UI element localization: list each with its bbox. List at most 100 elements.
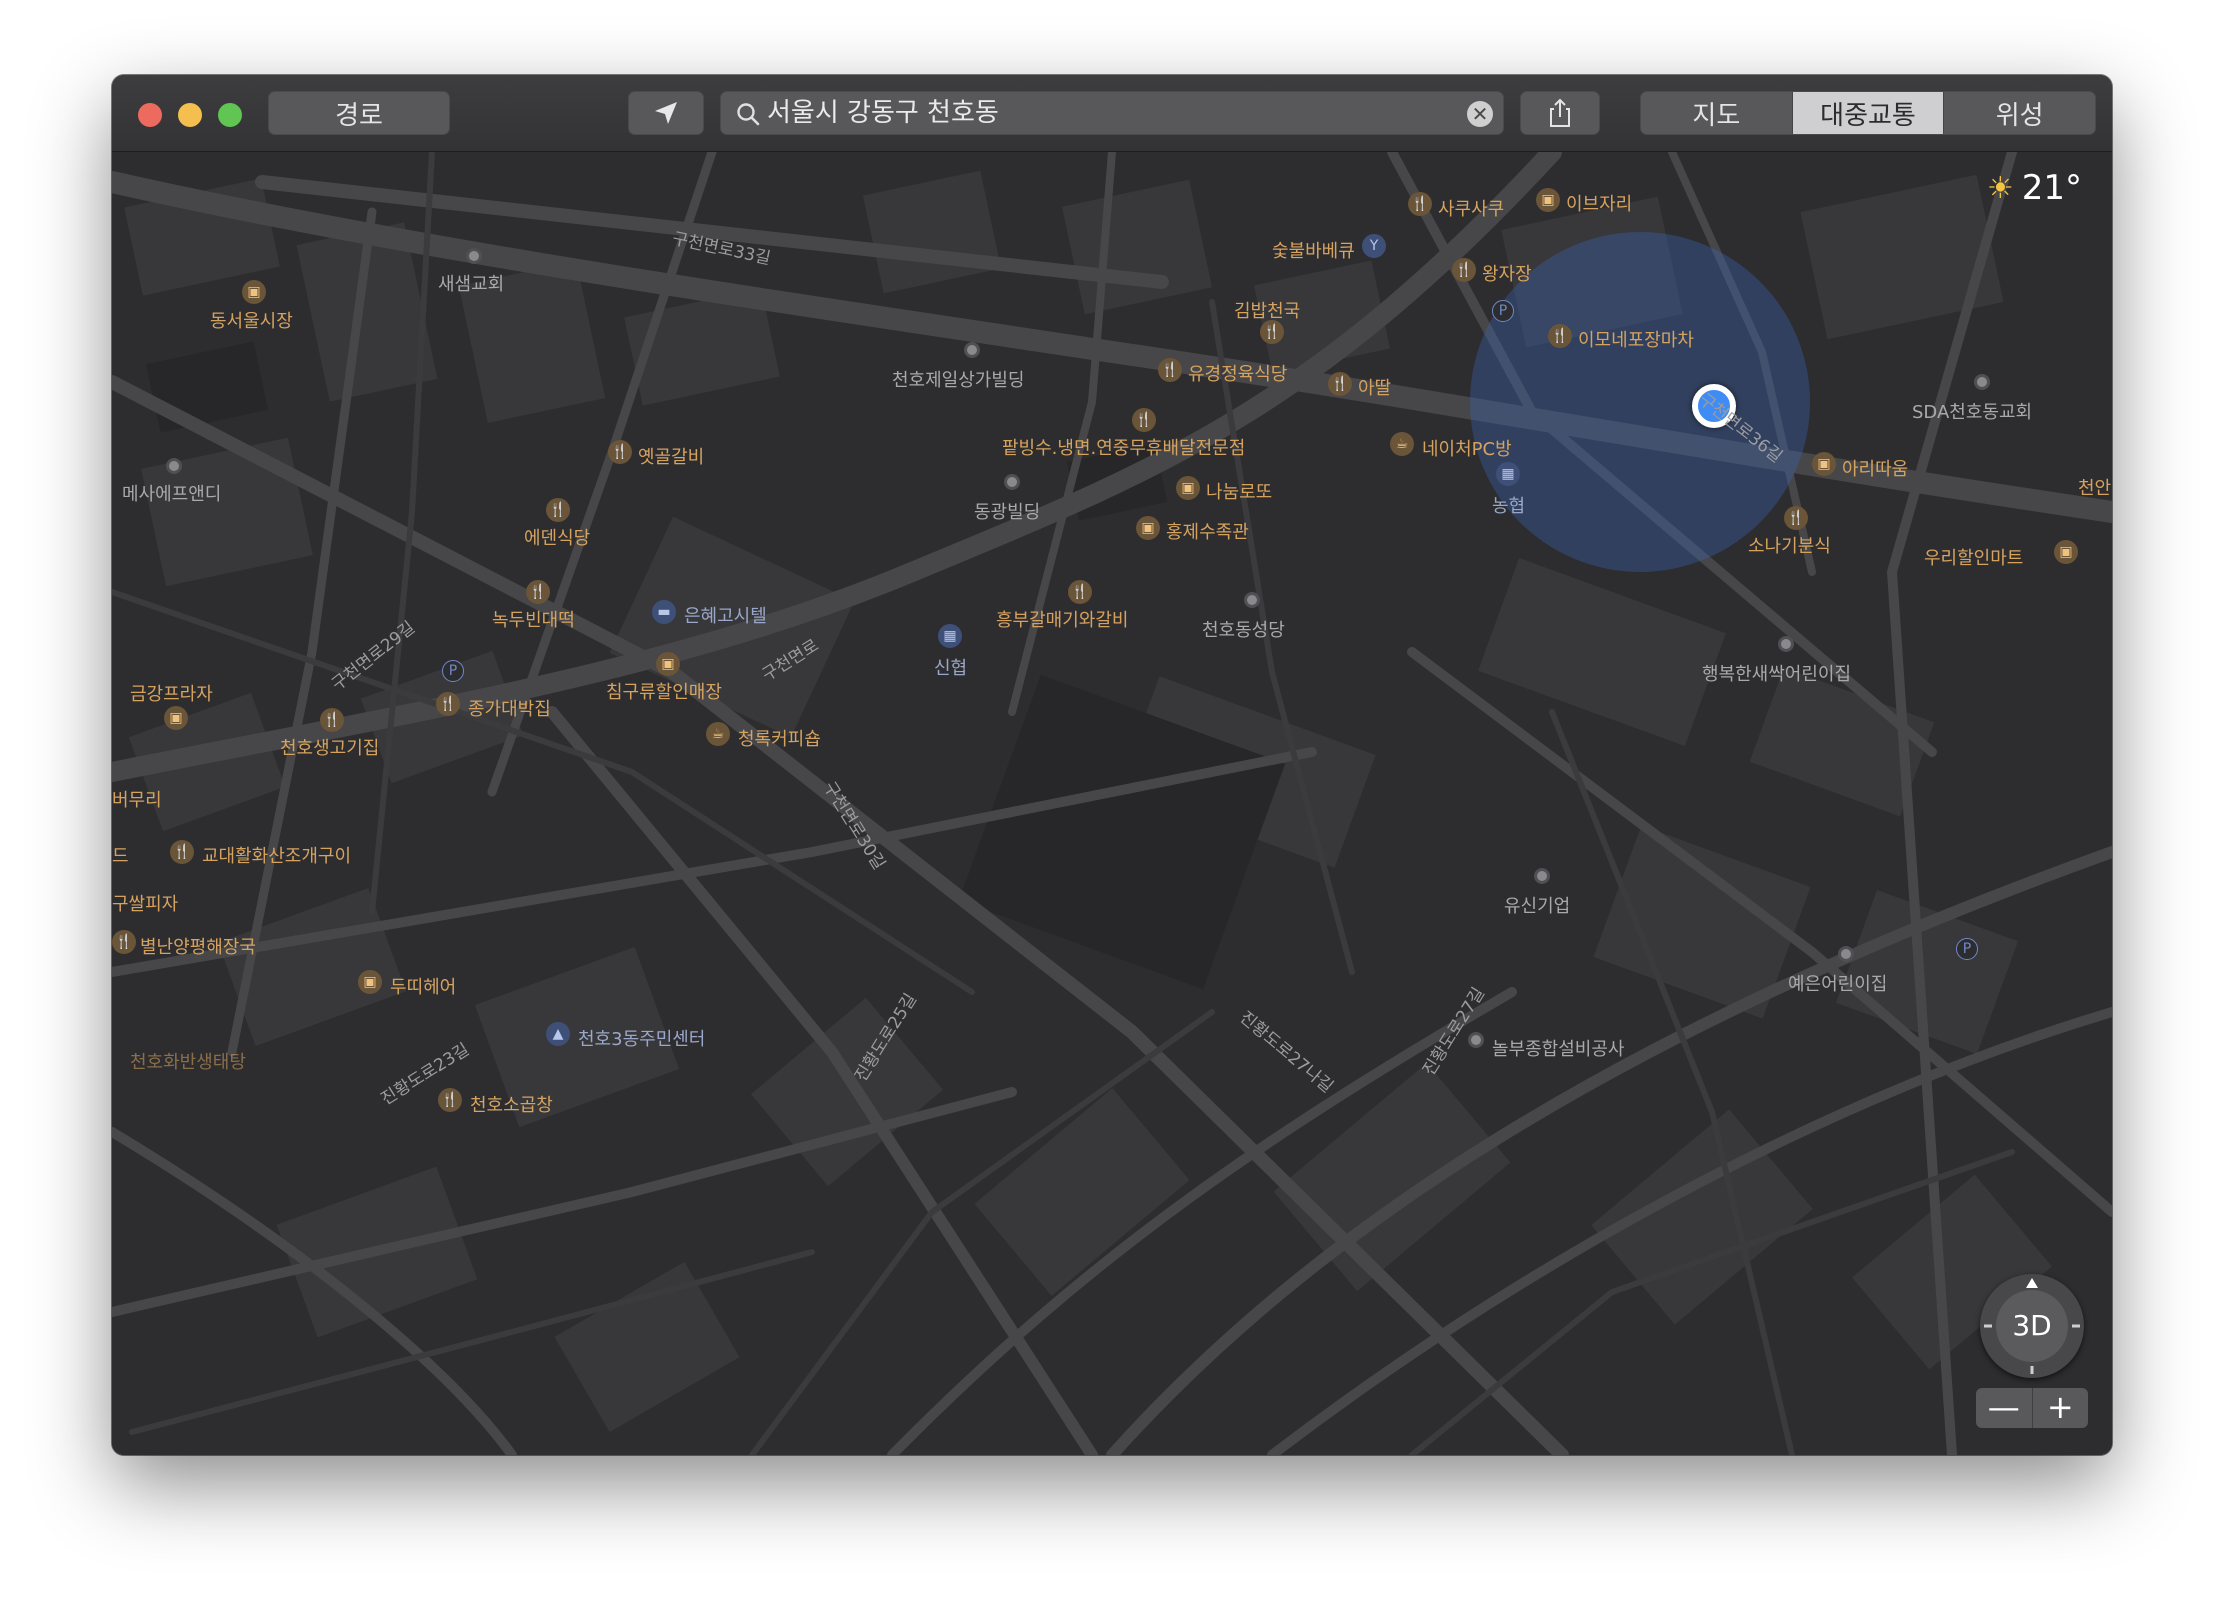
map-base-layer [112, 152, 2112, 1455]
poi-label[interactable]: 드 [112, 842, 129, 868]
restaurant-icon: 🍴 [320, 708, 344, 732]
poi-label[interactable]: 동광빌딩 [974, 498, 1040, 524]
poi-label[interactable]: 우리할인마트 [1924, 544, 2023, 570]
poi-label[interactable]: 구쌀피자 [112, 890, 178, 916]
poi-label[interactable]: 버무리 [112, 786, 162, 812]
restaurant-icon: 🍴 [1158, 358, 1182, 382]
restaurant-icon: 🍴 [1548, 324, 1572, 348]
shopping-icon: ▣ [1136, 516, 1160, 540]
shopping-icon: ▣ [1812, 452, 1836, 476]
tab-map[interactable]: 지도 [1641, 92, 1792, 134]
close-window-button[interactable] [138, 103, 162, 127]
compass-control[interactable]: 3D [1980, 1274, 2084, 1378]
parking-icon: P [1956, 938, 1978, 960]
poi-label[interactable]: 이모네포장마차 [1578, 326, 1694, 352]
place-icon [1244, 592, 1260, 608]
zoom-out-button[interactable]: — [1976, 1388, 2032, 1428]
cafe-icon: ☕ [706, 722, 730, 746]
poi-label[interactable]: 에덴식당 [524, 524, 590, 550]
place-icon [1534, 868, 1550, 884]
place-icon [1468, 1032, 1484, 1048]
poi-label[interactable]: 천안 [2078, 474, 2111, 500]
sun-icon: ☀ [1986, 170, 2014, 206]
poi-label[interactable]: 메사에프앤디 [122, 480, 221, 506]
toolbar: 경로 서울시 강동구 천호동 ✕ 지도 대중교통 위성 [112, 75, 2112, 152]
poi-label[interactable]: 금강프라자 [130, 680, 213, 706]
poi-label[interactable]: 나눔로또 [1206, 478, 1272, 504]
poi-label[interactable]: 신협 [934, 654, 967, 680]
poi-label[interactable]: 천호3동주민센터 [578, 1025, 705, 1051]
clear-search-button[interactable]: ✕ [1467, 101, 1493, 127]
poi-label[interactable]: 놀부종합설비공사 [1492, 1035, 1624, 1061]
tab-transit[interactable]: 대중교통 [1791, 92, 1944, 134]
poi-label[interactable]: 아리따움 [1842, 455, 1908, 481]
poi-label[interactable]: 천호화반생태탕 [130, 1048, 246, 1074]
poi-label[interactable]: 팥빙수.냉면.연중무휴배달전문점 [1002, 434, 1245, 460]
poi-label[interactable]: 소나기분식 [1748, 532, 1831, 558]
search-input-value[interactable]: 서울시 강동구 천호동 [767, 96, 999, 130]
poi-label[interactable]: 홍제수족관 [1166, 518, 1249, 544]
cafe-icon: ☕ [1390, 432, 1414, 456]
shopping-icon: ▣ [1176, 476, 1200, 500]
zoom-in-button[interactable]: + [2031, 1388, 2089, 1428]
poi-label[interactable]: 아딸 [1358, 374, 1391, 400]
poi-label[interactable]: 유신기업 [1504, 892, 1570, 918]
zoom-window-button[interactable] [218, 103, 242, 127]
poi-label[interactable]: 김밥천국 [1234, 297, 1300, 323]
location-arrow-icon [655, 102, 677, 124]
poi-label[interactable]: 두띠헤어 [390, 973, 456, 999]
poi-label[interactable]: 새샘교회 [438, 270, 504, 296]
map-mode-segmented-control: 지도 대중교통 위성 [1640, 91, 2096, 135]
search-icon [737, 103, 760, 126]
place-icon [1004, 474, 1020, 490]
place-icon [466, 248, 482, 264]
current-location-button[interactable] [628, 91, 704, 135]
poi-label[interactable]: 청록커피숍 [738, 725, 821, 751]
poi-label[interactable]: 녹두빈대떡 [492, 606, 575, 632]
restaurant-icon: 🍴 [1784, 506, 1808, 530]
restaurant-icon: 🍴 [112, 930, 136, 954]
bank-icon: ▦ [1496, 462, 1520, 486]
poi-label[interactable]: 침구류할인매장 [606, 678, 722, 704]
minimize-window-button[interactable] [178, 103, 202, 127]
poi-label[interactable]: 네이처PC방 [1422, 435, 1512, 461]
poi-label[interactable]: 농협 [1492, 492, 1525, 518]
poi-label[interactable]: 천호제일상가빌딩 [892, 366, 1024, 392]
government-icon: ▲ [546, 1022, 570, 1046]
poi-label[interactable]: 천호생고기집 [280, 734, 379, 760]
poi-label[interactable]: 예은어린이집 [1788, 970, 1887, 996]
restaurant-icon: 🍴 [1452, 258, 1476, 282]
poi-label[interactable]: 숯불바베큐 [1272, 237, 1355, 263]
poi-label[interactable]: 왕자장 [1482, 260, 1532, 286]
tab-satellite[interactable]: 위성 [1943, 92, 2095, 134]
poi-label[interactable]: 천호소곱창 [470, 1091, 553, 1117]
poi-label[interactable]: 옛골갈비 [638, 443, 704, 469]
share-button[interactable] [1520, 91, 1600, 135]
directions-button[interactable]: 경로 [268, 91, 450, 135]
poi-label[interactable]: 천호동성당 [1202, 616, 1285, 642]
weather-display: ☀ 21° [1987, 168, 2082, 208]
share-icon [1550, 98, 1570, 127]
place-icon [166, 458, 182, 474]
poi-label[interactable]: 흥부갈매기와갈비 [996, 606, 1128, 632]
restaurant-icon: 🍴 [436, 692, 460, 716]
poi-label[interactable]: SDA천호동교회 [1912, 398, 2032, 424]
poi-label[interactable]: 사쿠사쿠 [1438, 195, 1504, 221]
poi-label[interactable]: 유경정육식당 [1188, 360, 1287, 386]
place-icon [1778, 636, 1794, 652]
poi-label[interactable]: 종가대박집 [468, 695, 551, 721]
search-field[interactable]: 서울시 강동구 천호동 ✕ [720, 91, 1504, 135]
poi-label[interactable]: 행복한새싹어린이집 [1702, 660, 1851, 686]
poi-label[interactable]: 은혜고시텔 [684, 602, 767, 628]
shopping-icon: ▣ [656, 652, 680, 676]
poi-label[interactable]: 이브자리 [1566, 190, 1632, 216]
poi-label[interactable]: 동서울시장 [210, 307, 293, 333]
shopping-icon: ▣ [164, 706, 188, 730]
shopping-icon: ▣ [358, 970, 382, 994]
poi-label[interactable]: 교대활화산조개구이 [202, 842, 351, 868]
map-canvas[interactable]: ☀ 21° 🍴 사쿠사쿠 ▣ 이브자리 숯불바베큐 Y 🍴 왕자장 김밥천국 🍴… [112, 152, 2112, 1455]
restaurant-icon: 🍴 [170, 840, 194, 864]
3d-button[interactable]: 3D [1996, 1290, 2068, 1362]
poi-label[interactable]: 별난양평해장국 [140, 933, 256, 959]
place-icon [964, 342, 980, 358]
